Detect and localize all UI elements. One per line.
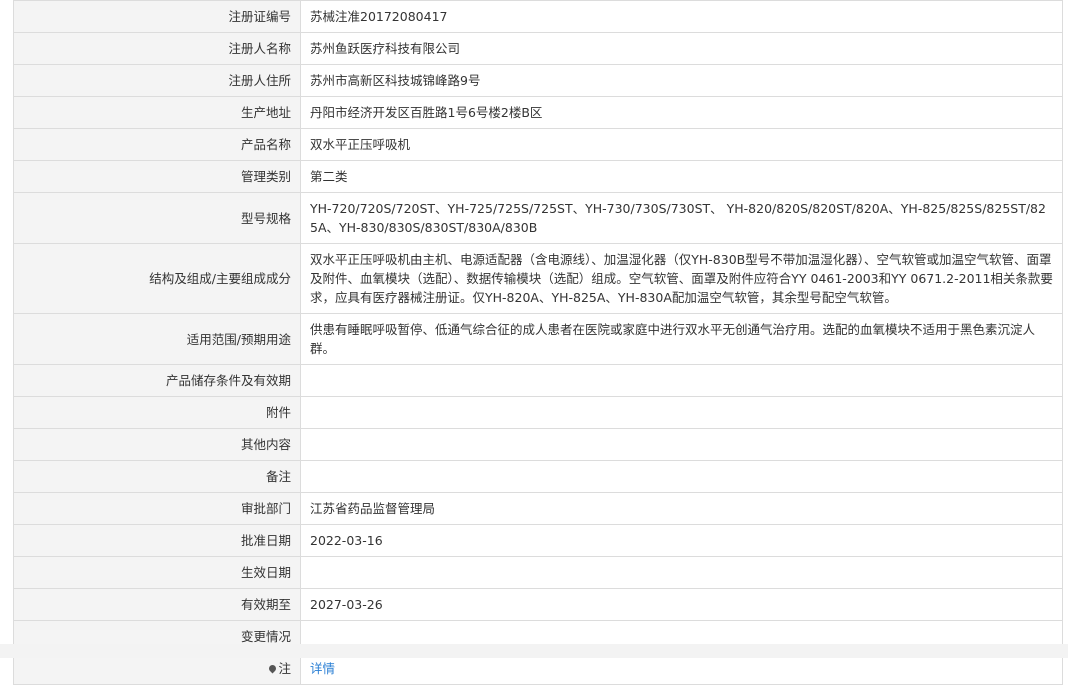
row-value: 苏州市高新区科技城锦峰路9号 [300, 64, 1063, 97]
details-link[interactable]: 详情 [310, 661, 335, 676]
row-value: 双水平正压呼吸机由主机、电源适配器（含电源线）、加温湿化器（仅YH-830B型号… [300, 243, 1063, 314]
row-value: 丹阳市经济开发区百胜路1号6号楼2楼B区 [300, 96, 1063, 129]
pin-icon [268, 663, 278, 674]
row-label: 附件 [13, 396, 301, 429]
row-intended-use: 适用范围/预期用途 供患有睡眠呼吸暂停、低通气综合征的成人患者在医院或家庭中进行… [13, 313, 1063, 365]
registration-detail-panel: 注册证编号 苏械注准20172080417 注册人名称 苏州鱼跃医疗科技有限公司… [13, 0, 1063, 685]
row-label: 管理类别 [13, 160, 301, 193]
row-label: 产品储存条件及有效期 [13, 364, 301, 397]
row-attachments: 附件 [13, 396, 1063, 429]
row-value [300, 556, 1063, 589]
registration-detail-table: 注册证编号 苏械注准20172080417 注册人名称 苏州鱼跃医疗科技有限公司… [13, 0, 1063, 685]
row-value: 苏械注准20172080417 [300, 0, 1063, 33]
row-value: 双水平正压呼吸机 [300, 128, 1063, 161]
row-value: 2022-03-16 [300, 524, 1063, 557]
row-value [300, 396, 1063, 429]
row-other-content: 其他内容 [13, 428, 1063, 461]
row-management-category: 管理类别 第二类 [13, 160, 1063, 193]
row-value [300, 428, 1063, 461]
row-value: 江苏省药品监督管理局 [300, 492, 1063, 525]
row-label: 注册人住所 [13, 64, 301, 97]
row-label: 生效日期 [13, 556, 301, 589]
row-valid-until: 有效期至 2027-03-26 [13, 588, 1063, 621]
row-label: 其他内容 [13, 428, 301, 461]
row-value: 第二类 [300, 160, 1063, 193]
row-label: 型号规格 [13, 192, 301, 244]
row-storage-conditions: 产品储存条件及有效期 [13, 364, 1063, 397]
row-registration-number: 注册证编号 苏械注准20172080417 [13, 0, 1063, 33]
row-value: 苏州鱼跃医疗科技有限公司 [300, 32, 1063, 65]
row-approval-department: 审批部门 江苏省药品监督管理局 [13, 492, 1063, 525]
row-approval-date: 批准日期 2022-03-16 [13, 524, 1063, 557]
row-registrant-address: 注册人住所 苏州市高新区科技城锦峰路9号 [13, 64, 1063, 97]
row-registrant-name: 注册人名称 苏州鱼跃医疗科技有限公司 [13, 32, 1063, 65]
row-value [300, 460, 1063, 493]
row-structure-composition: 结构及组成/主要组成成分 双水平正压呼吸机由主机、电源适配器（含电源线）、加温湿… [13, 243, 1063, 314]
row-value [300, 364, 1063, 397]
row-value: YH-720/720S/720ST、YH-725/725S/725ST、YH-7… [300, 192, 1063, 244]
row-production-address: 生产地址 丹阳市经济开发区百胜路1号6号楼2楼B区 [13, 96, 1063, 129]
page-footer-bar [0, 644, 1068, 658]
row-remarks: 备注 [13, 460, 1063, 493]
row-product-name: 产品名称 双水平正压呼吸机 [13, 128, 1063, 161]
row-label: 有效期至 [13, 588, 301, 621]
row-label: 注册证编号 [13, 0, 301, 33]
row-value: 2027-03-26 [300, 588, 1063, 621]
row-label: 产品名称 [13, 128, 301, 161]
row-label: 备注 [13, 460, 301, 493]
row-label: 结构及组成/主要组成成分 [13, 243, 301, 314]
row-label: 批准日期 [13, 524, 301, 557]
row-label: 生产地址 [13, 96, 301, 129]
row-model-specification: 型号规格 YH-720/720S/720ST、YH-725/725S/725ST… [13, 192, 1063, 244]
row-label: 审批部门 [13, 492, 301, 525]
note-label: 注 [278, 661, 291, 676]
row-label: 适用范围/预期用途 [13, 313, 301, 365]
row-label: 注册人名称 [13, 32, 301, 65]
row-effective-date: 生效日期 [13, 556, 1063, 589]
row-value: 供患有睡眠呼吸暂停、低通气综合征的成人患者在医院或家庭中进行双水平无创通气治疗用… [300, 313, 1063, 365]
